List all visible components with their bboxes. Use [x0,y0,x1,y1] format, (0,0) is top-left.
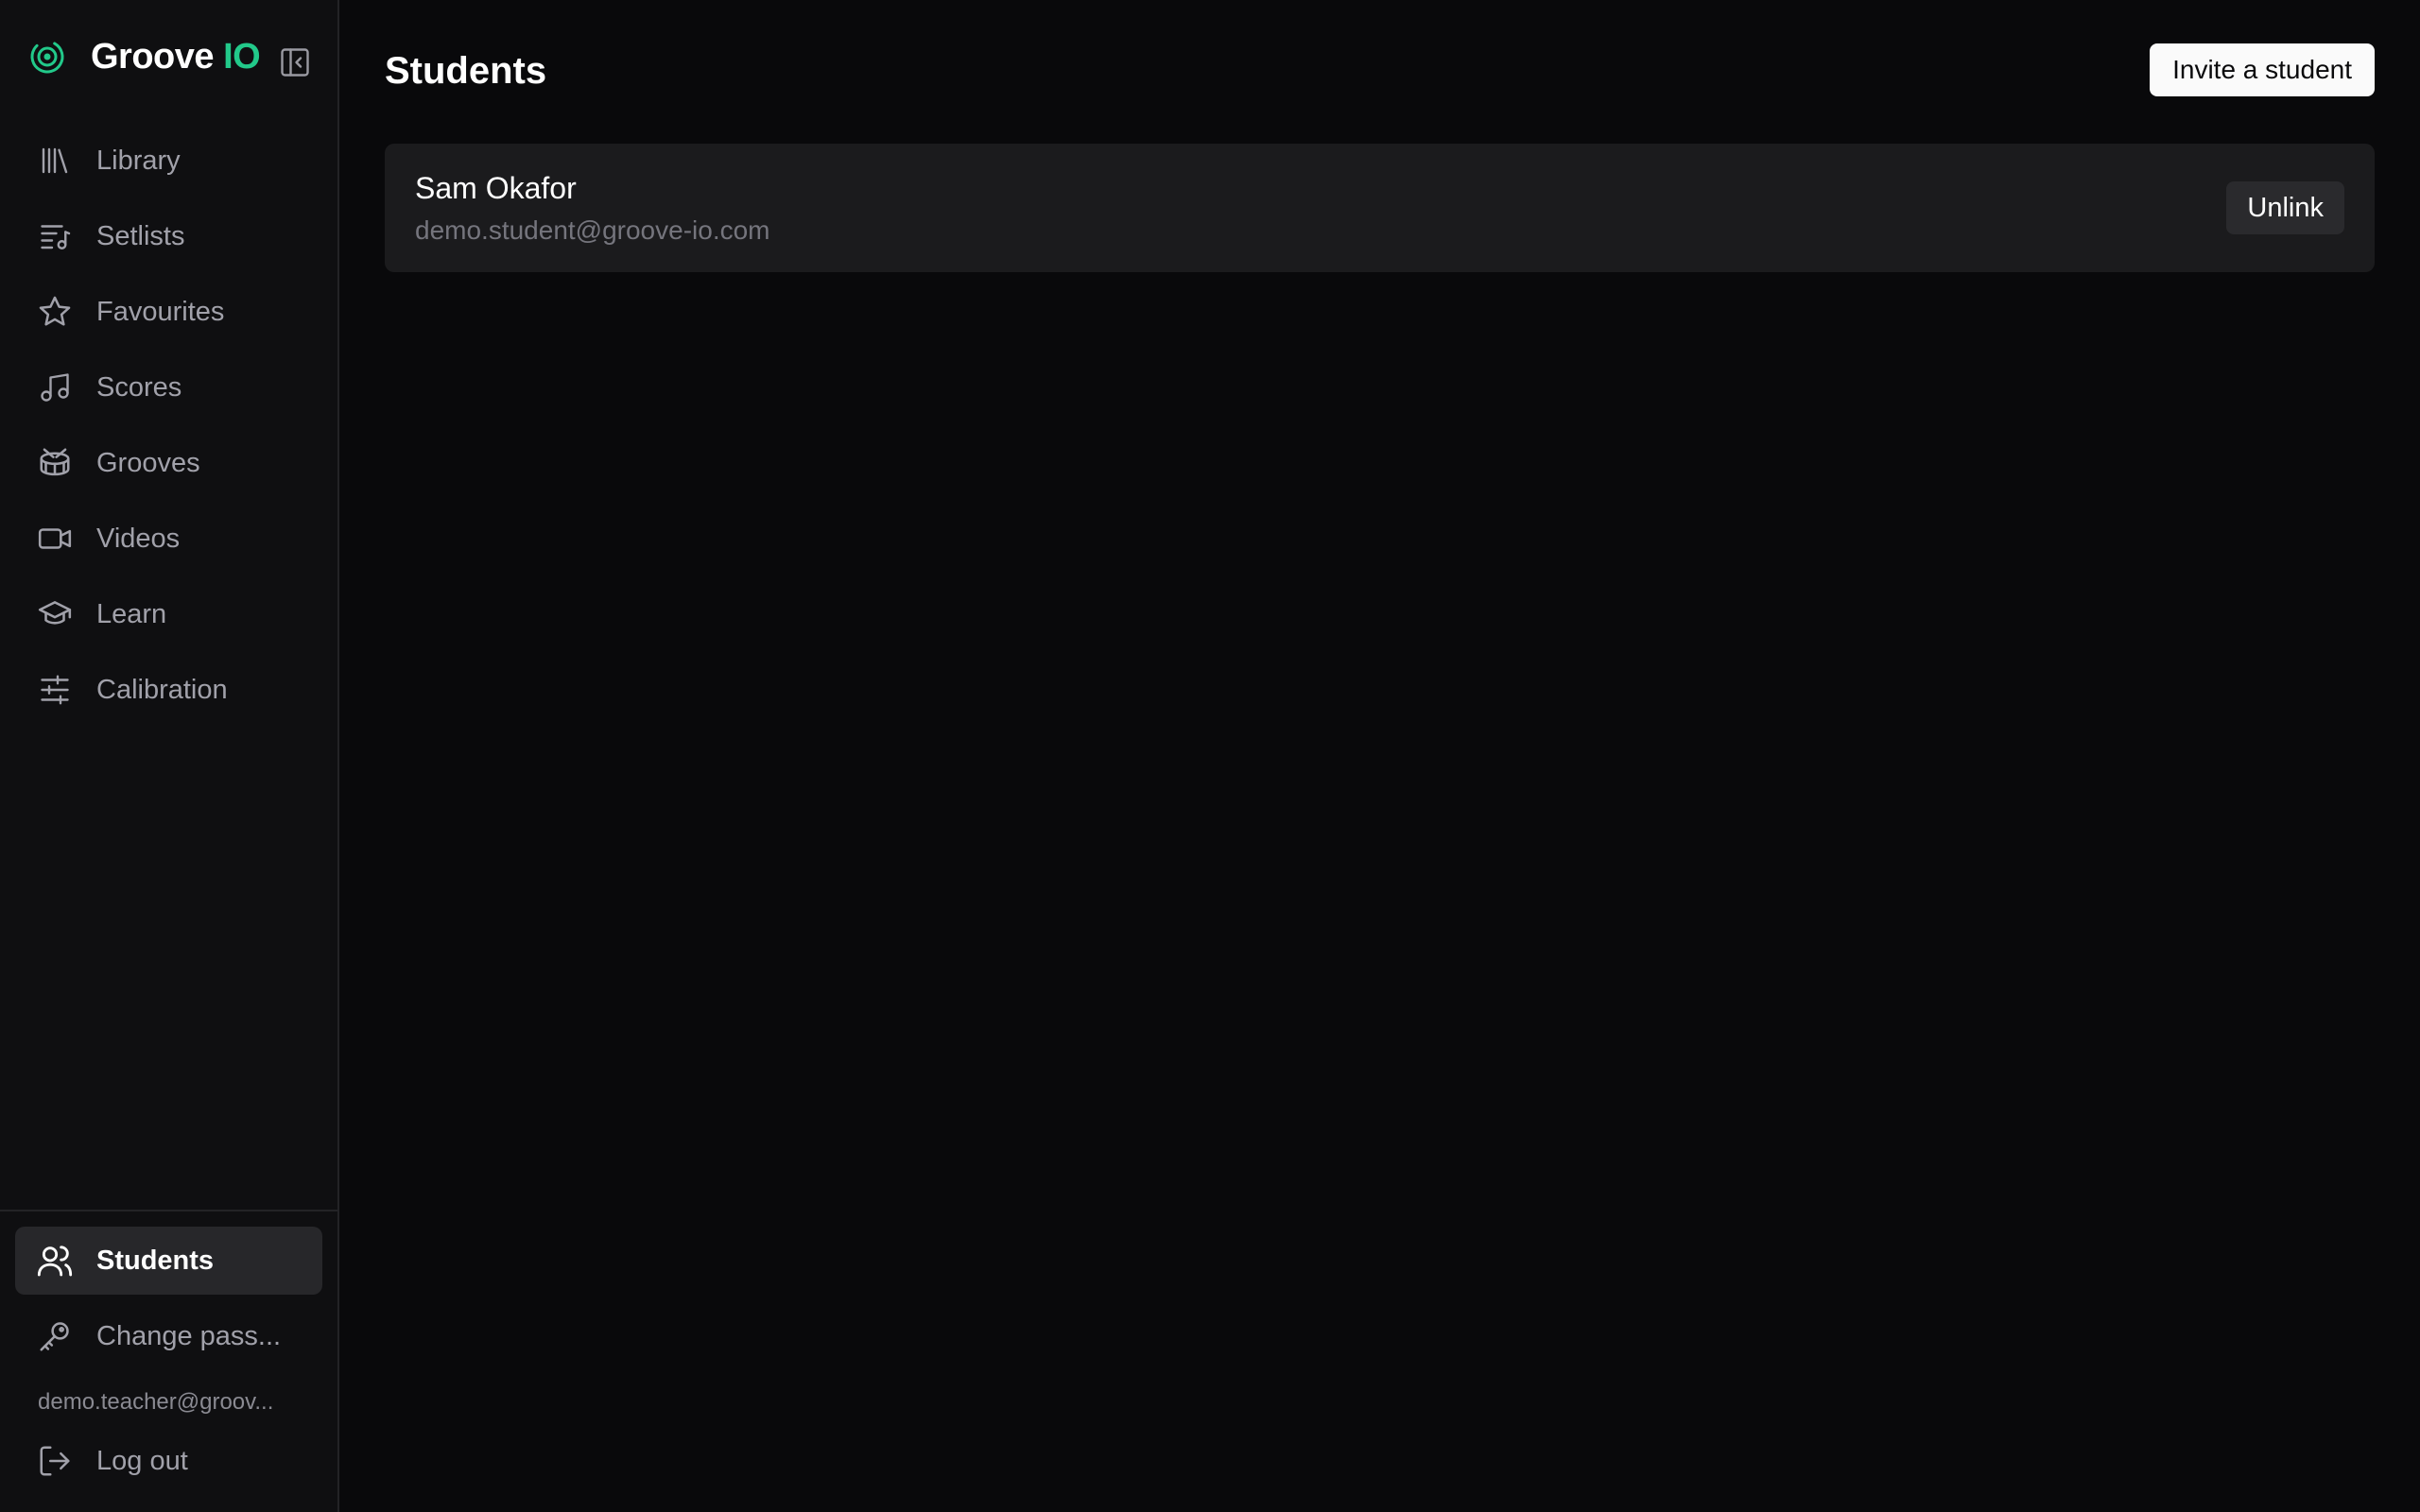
sidebar-item-change-password[interactable]: Change pass... [15,1302,322,1370]
sidebar-item-students[interactable]: Students [15,1227,322,1295]
brand-name: Groove IO [91,36,261,77]
key-icon [36,1317,74,1355]
drum-icon [36,444,74,482]
student-card: Sam Okafor demo.student@groove-io.com Un… [385,144,2375,272]
sidebar-item-calibration[interactable]: Calibration [15,656,322,724]
student-name: Sam Okafor [415,170,577,205]
panel-left-collapse-icon[interactable] [276,43,314,81]
sliders-icon [36,671,74,709]
log-out-icon [36,1442,74,1480]
graduation-cap-icon [36,595,74,633]
user-email: demo.teacher@groov... [38,1389,274,1415]
list-music-icon [36,217,74,255]
library-icon [36,142,74,180]
sidebar-item-label: Grooves [96,447,200,478]
sidebar-item-logout[interactable]: Log out [15,1427,322,1495]
users-icon [36,1242,74,1280]
sidebar-item-learn[interactable]: Learn [15,580,322,648]
brand: Groove IO [0,0,337,113]
sidebar-item-label: Students [96,1245,215,1276]
sidebar-item-label: Calibration [96,674,228,705]
unlink-button[interactable]: Unlink [2226,181,2344,234]
app-root: Groove IO Library Setlists Favourites Sc… [0,0,2420,1512]
sidebar-item-label: Change pass... [96,1320,282,1351]
page-title: Students [385,49,547,92]
sidebar-item-label: Setlists [96,220,185,251]
invite-student-button[interactable]: Invite a student [2150,43,2375,96]
groove-logo-icon [26,36,68,77]
sidebar-item-label: Scores [96,371,182,403]
sidebar-item-label: Log out [96,1445,188,1476]
star-icon [36,293,74,331]
sidebar-item-label: Learn [96,598,167,629]
student-info: Sam Okafor demo.student@groove-io.com [415,171,770,246]
page-header: Students Invite a student [385,0,2375,144]
sidebar: Groove IO Library Setlists Favourites Sc… [0,0,339,1512]
sidebar-item-favourites[interactable]: Favourites [15,278,322,346]
music-note-icon [36,369,74,406]
sidebar-item-label: Favourites [96,296,225,327]
sidebar-item-scores[interactable]: Scores [15,353,322,421]
sidebar-nav: Library Setlists Favourites Scores Groov… [0,113,337,731]
sidebar-item-setlists[interactable]: Setlists [15,202,322,270]
sidebar-item-label: Videos [96,523,181,554]
sidebar-item-videos[interactable]: Videos [15,505,322,573]
sidebar-item-label: Library [96,145,181,176]
brand-accent: IO [223,36,261,77]
sidebar-item-library[interactable]: Library [15,127,322,195]
video-icon [36,520,74,558]
student-email: demo.student@groove-io.com [415,215,770,245]
main-content: Students Invite a student Sam Okafor dem… [339,0,2420,1512]
sidebar-item-grooves[interactable]: Grooves [15,429,322,497]
sidebar-footer: Students Change pass... demo.teacher@gro… [0,1210,337,1512]
